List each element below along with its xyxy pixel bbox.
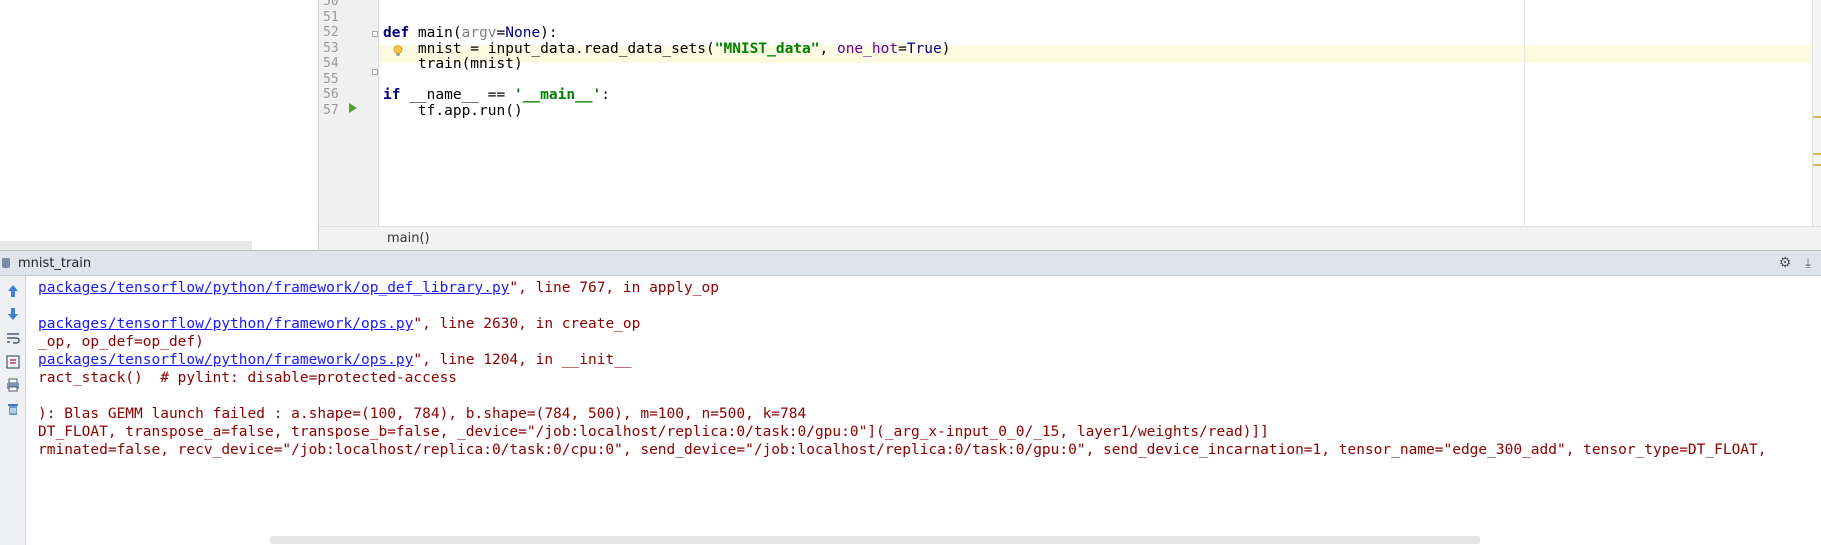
code-text: , <box>819 41 837 57</box>
warning-marker[interactable] <box>1813 116 1821 118</box>
hide-panel-icon[interactable]: ⤓ <box>1801 255 1815 271</box>
left-panel-scrollbar[interactable] <box>0 241 252 250</box>
code-line-57: tf.app.run() <box>383 103 523 119</box>
console-text: ", line 2630, in create_op <box>413 316 641 332</box>
run-gutter-icon[interactable] <box>349 103 357 113</box>
console-line: _op, op_def=op_def) <box>38 334 204 350</box>
code-line-54: train(mnist) <box>383 56 523 72</box>
line-number: 55 <box>323 72 339 87</box>
code-line-53: mnist = input_data.read_data_sets("MNIST… <box>383 41 951 57</box>
print-icon[interactable] <box>4 376 22 394</box>
code-text: ): <box>540 25 558 41</box>
keyword-none: None <box>505 25 541 41</box>
console-text: ", line 767, in apply_op <box>509 280 719 296</box>
warning-marker[interactable] <box>1813 164 1821 166</box>
breadcrumb[interactable]: main() <box>387 231 430 246</box>
keyword-def: def <box>383 25 410 41</box>
code-line-56: if __name__ == '__main__': <box>383 87 610 103</box>
console-text: ): Blas GEMM launch failed : a.shape=(10… <box>38 406 807 422</box>
console-text: DT_FLOAT, transpose_a=false, transpose_b… <box>38 424 1269 440</box>
line-number: 52 <box>323 25 339 40</box>
code-text-area[interactable]: def main(argv=None): mnist = input_data.… <box>379 0 1821 226</box>
param-argv: argv <box>461 25 497 41</box>
arrow-up-icon[interactable] <box>4 282 22 300</box>
console-text: ract_stack() # pylint: disable=protected… <box>38 370 458 386</box>
console-line: packages/tensorflow/python/framework/op_… <box>38 280 719 296</box>
run-toolbar <box>0 276 26 545</box>
console-text: ", line 1204, in __init__ <box>413 352 632 368</box>
code-text: = <box>496 25 506 41</box>
code-text: ) <box>941 41 951 57</box>
console-line: packages/tensorflow/python/framework/ops… <box>38 352 632 368</box>
code-line-52: def main(argv=None): <box>383 25 558 41</box>
console-horizontal-scrollbar[interactable] <box>270 536 1480 544</box>
line-number: 51 <box>323 10 339 25</box>
line-number: 56 <box>323 87 339 102</box>
code-text: mnist = input_data.read_data_sets( <box>383 41 715 57</box>
line-number: 53 <box>323 41 339 56</box>
console-line: ): Blas GEMM launch failed : a.shape=(10… <box>38 406 806 422</box>
code-text: : <box>601 87 611 103</box>
keyword-true: True <box>906 41 942 57</box>
console-line: ract_stack() # pylint: disable=protected… <box>38 370 457 386</box>
fold-toggle-icon[interactable] <box>372 31 378 37</box>
console-line: DT_FLOAT, transpose_a=false, transpose_b… <box>38 424 1269 440</box>
right-margin-guide <box>1524 0 1525 226</box>
left-blank-area <box>0 0 318 250</box>
run-tab-title[interactable]: mnist_train <box>18 256 91 271</box>
code-text: = <box>898 41 907 57</box>
string-literal: '__main__' <box>513 87 602 103</box>
breadcrumb-bar: main() <box>319 226 1821 250</box>
code-editor[interactable]: 50 51 52 53 54 55 56 57 def main(argv=No… <box>318 0 1821 250</box>
fold-end-icon[interactable] <box>372 69 378 75</box>
console-text: _op, op_def=op_def) <box>38 334 204 350</box>
code-text: main( <box>409 25 462 41</box>
console-line: rminated=false, recv_device="/job:localh… <box>38 442 1767 458</box>
file-link[interactable]: packages/tensorflow/python/framework/op_… <box>38 280 509 296</box>
line-number: 50 <box>323 0 339 9</box>
line-number: 54 <box>323 56 339 71</box>
arrow-down-icon[interactable] <box>4 305 22 323</box>
run-tab-icon <box>2 258 10 268</box>
soft-wrap-icon[interactable] <box>4 329 22 347</box>
editor-vertical-scrollbar[interactable] <box>1812 0 1821 226</box>
file-link[interactable]: packages/tensorflow/python/framework/ops… <box>38 352 413 368</box>
console-line: packages/tensorflow/python/framework/ops… <box>38 316 640 332</box>
console-output[interactable]: packages/tensorflow/python/framework/op_… <box>26 276 1821 536</box>
scroll-to-end-icon[interactable] <box>4 353 22 371</box>
warning-marker[interactable] <box>1813 153 1821 155</box>
run-panel-header: mnist_train ⚙ ⤓ <box>0 250 1821 276</box>
kwarg-one-hot: one_hot <box>836 41 899 57</box>
string-literal: "MNIST_data" <box>714 41 820 57</box>
editor-gutter: 50 51 52 53 54 55 56 57 <box>319 0 379 226</box>
file-link[interactable]: packages/tensorflow/python/framework/ops… <box>38 316 413 332</box>
keyword-if: if <box>383 87 401 103</box>
gear-icon[interactable]: ⚙ <box>1777 255 1793 271</box>
console-text: rminated=false, recv_device="/job:localh… <box>38 442 1767 458</box>
code-text: __name__ == <box>400 87 514 103</box>
trash-icon[interactable] <box>4 400 22 418</box>
